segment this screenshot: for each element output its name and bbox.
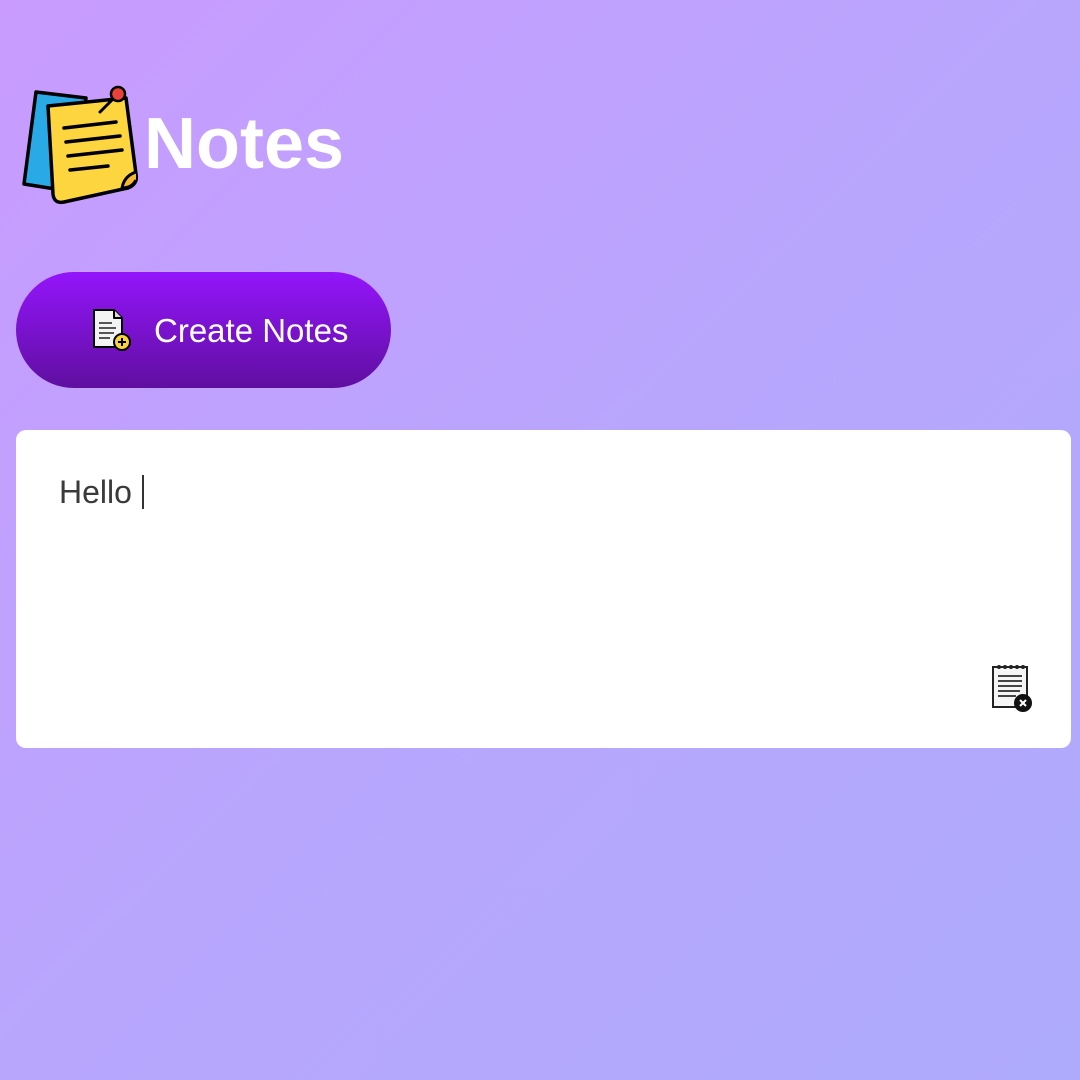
note-text: Hello	[59, 474, 132, 510]
sticky-notes-icon	[22, 85, 139, 205]
create-notes-label: Create Notes	[154, 311, 349, 349]
delete-note-icon[interactable]	[990, 662, 1036, 714]
note-card: Hello	[16, 430, 1071, 748]
text-caret	[141, 475, 144, 509]
note-input[interactable]: Hello	[59, 474, 144, 510]
add-note-icon	[93, 309, 131, 351]
page-title: Notes	[144, 104, 345, 184]
app-header: Notes	[20, 84, 344, 208]
create-notes-button[interactable]: Create Notes	[16, 272, 391, 388]
